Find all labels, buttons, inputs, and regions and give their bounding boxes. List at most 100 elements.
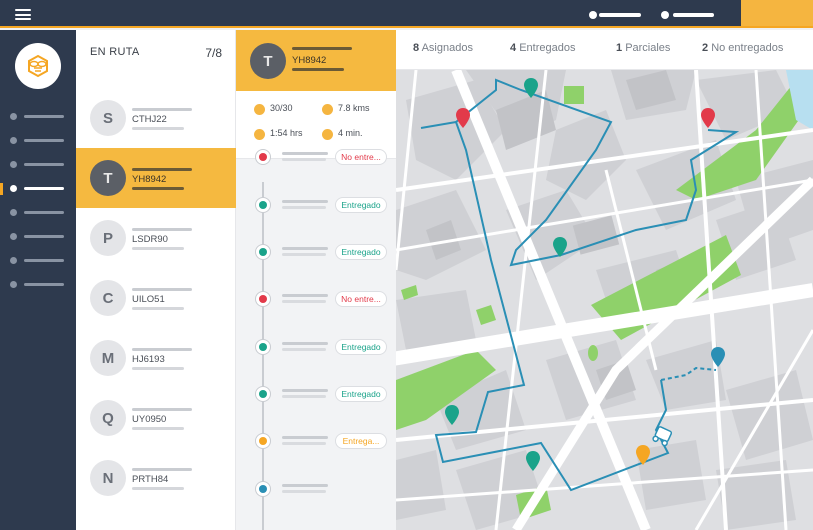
- sidebar-item-2[interactable]: [10, 135, 66, 147]
- vehicle-row[interactable]: S CTHJ22: [76, 88, 236, 148]
- stop-detail-placeholder: [282, 300, 326, 303]
- vehicle-row[interactable]: C UILO51: [76, 268, 236, 328]
- stop-row[interactable]: No entre...: [236, 147, 396, 167]
- stop-row[interactable]: [236, 479, 396, 499]
- vehicle-detail-placeholder: [132, 127, 184, 130]
- vehicle-detail-placeholder: [132, 367, 184, 370]
- hamburger-icon[interactable]: [15, 9, 31, 20]
- sidebar-item-5[interactable]: [10, 207, 66, 219]
- vehicle-avatar: C: [90, 280, 126, 316]
- deliveries-value: 30/30: [270, 103, 293, 113]
- stop-row[interactable]: Entregado: [236, 384, 396, 404]
- delivered-stop-pin-icon[interactable]: [526, 451, 540, 471]
- vehicle-row-selected[interactable]: T YH8942: [76, 148, 236, 208]
- stop-detail-placeholder: [282, 206, 326, 209]
- vehicle-avatar: T: [90, 160, 126, 196]
- stop-status-dot-icon: [255, 291, 271, 307]
- sidebar-item-6[interactable]: [10, 231, 66, 243]
- company-placeholder[interactable]: [673, 13, 714, 17]
- duration-value: 1:54 hrs: [270, 128, 303, 138]
- stop-detail-placeholder: [282, 348, 326, 351]
- stop-detail-placeholder: [282, 253, 326, 256]
- stop-detail-placeholder: [282, 490, 326, 493]
- stop-status-badge: Entregado: [335, 339, 387, 355]
- bee-logo-icon[interactable]: [15, 43, 61, 89]
- summary-partial[interactable]: 1 Parciales: [616, 42, 670, 54]
- driver-name-placeholder: [132, 168, 192, 171]
- sidebar-item-8[interactable]: [10, 279, 66, 291]
- vehicle-plate: UILO51: [132, 294, 165, 305]
- stop-status-badge: Entregado: [335, 197, 387, 213]
- sidebar-active-marker: [0, 183, 3, 195]
- stop-row[interactable]: Entregado: [236, 337, 396, 357]
- distance-dot-icon: [322, 104, 333, 115]
- vehicle-avatar: Q: [90, 400, 126, 436]
- sidebar-item-1[interactable]: [10, 111, 66, 123]
- deliveries-dot-icon: [254, 104, 265, 115]
- delivered-stop-pin-icon[interactable]: [524, 78, 538, 98]
- top-bar-accent-line: [0, 26, 813, 28]
- stop-status-badge: Entrega...: [335, 433, 387, 449]
- stop-address-placeholder: [282, 152, 328, 155]
- delivered-label: Entregados: [519, 42, 576, 54]
- stop-status-dot-icon: [255, 433, 271, 449]
- vehicle-row[interactable]: M HJ6193: [76, 328, 236, 388]
- vehicle-detail-placeholder: [132, 307, 184, 310]
- stop-status-badge: Entregado: [335, 386, 387, 402]
- pending-stop-pin-icon[interactable]: [711, 347, 725, 367]
- sidebar-item-4[interactable]: [10, 183, 66, 195]
- stop-status-dot-icon: [255, 197, 271, 213]
- sidebar-item-7[interactable]: [10, 255, 66, 267]
- summary-delivered[interactable]: 4 Entregados: [510, 42, 575, 54]
- summary-not-delivered[interactable]: 2 No entregados: [702, 42, 783, 54]
- vehicle-detail-placeholder: [132, 187, 184, 190]
- stop-address-placeholder: [282, 294, 328, 297]
- vehicle-row[interactable]: N PRTH84: [76, 448, 236, 508]
- vehicle-avatar: P: [90, 220, 126, 256]
- stop-address-placeholder: [282, 484, 328, 487]
- driver-name-placeholder: [132, 288, 192, 291]
- vehicle-plate: LSDR90: [132, 234, 168, 245]
- vehicle-row[interactable]: P LSDR90: [76, 208, 236, 268]
- vehicle-list-header: EN RUTA 7/8: [76, 30, 236, 76]
- stop-row[interactable]: Entregado: [236, 195, 396, 215]
- driver-name-placeholder: [132, 228, 192, 231]
- stop-detail-placeholder: [282, 395, 326, 398]
- stop-address-placeholder: [282, 389, 328, 392]
- stop-address-placeholder: [282, 247, 328, 250]
- distance-value: 7.8 kms: [338, 103, 370, 113]
- summary-assigned[interactable]: 8 Asignados: [413, 42, 473, 54]
- vehicle-detail-placeholder: [132, 427, 184, 430]
- vehicle-plate: PRTH84: [132, 474, 169, 485]
- company-status-dot: [661, 11, 669, 19]
- delivered-stop-pin-icon[interactable]: [553, 237, 567, 257]
- vehicle-row[interactable]: Q UY0950: [76, 388, 236, 448]
- driver-name-placeholder: [132, 108, 192, 111]
- vehicle-plate: YH8942: [132, 174, 167, 185]
- partial-stop-pin-icon[interactable]: [636, 445, 650, 465]
- failed-stop-pin-icon[interactable]: [701, 108, 715, 128]
- not-delivered-count: 2: [702, 42, 709, 54]
- vehicle-avatar: M: [90, 340, 126, 376]
- vehicle-avatar: N: [90, 460, 126, 496]
- vehicle-list-count: 7/8: [205, 46, 222, 60]
- top-action-button[interactable]: [741, 0, 813, 28]
- stop-row[interactable]: Entrega...: [236, 431, 396, 451]
- not-delivered-label: No entregados: [711, 42, 784, 54]
- stop-status-badge: Entregado: [335, 244, 387, 260]
- stop-row[interactable]: No entre...: [236, 289, 396, 309]
- vehicle-avatar: S: [90, 100, 126, 136]
- assigned-label: Asignados: [421, 42, 473, 54]
- map-canvas: [396, 70, 813, 530]
- stop-row[interactable]: Entregado: [236, 242, 396, 262]
- delivery-summary: 8 Asignados 4 Entregados 1 Parciales 2 N…: [396, 30, 813, 70]
- route-header[interactable]: T YH8942: [236, 30, 396, 91]
- failed-stop-pin-icon[interactable]: [456, 108, 470, 128]
- route-map[interactable]: [396, 70, 813, 530]
- driver-name-placeholder: [132, 468, 192, 471]
- partial-count: 1: [616, 42, 623, 54]
- user-placeholder[interactable]: [599, 13, 641, 17]
- sidebar-item-3[interactable]: [10, 159, 66, 171]
- stop-address-placeholder: [282, 200, 328, 203]
- delivered-stop-pin-icon[interactable]: [445, 405, 459, 425]
